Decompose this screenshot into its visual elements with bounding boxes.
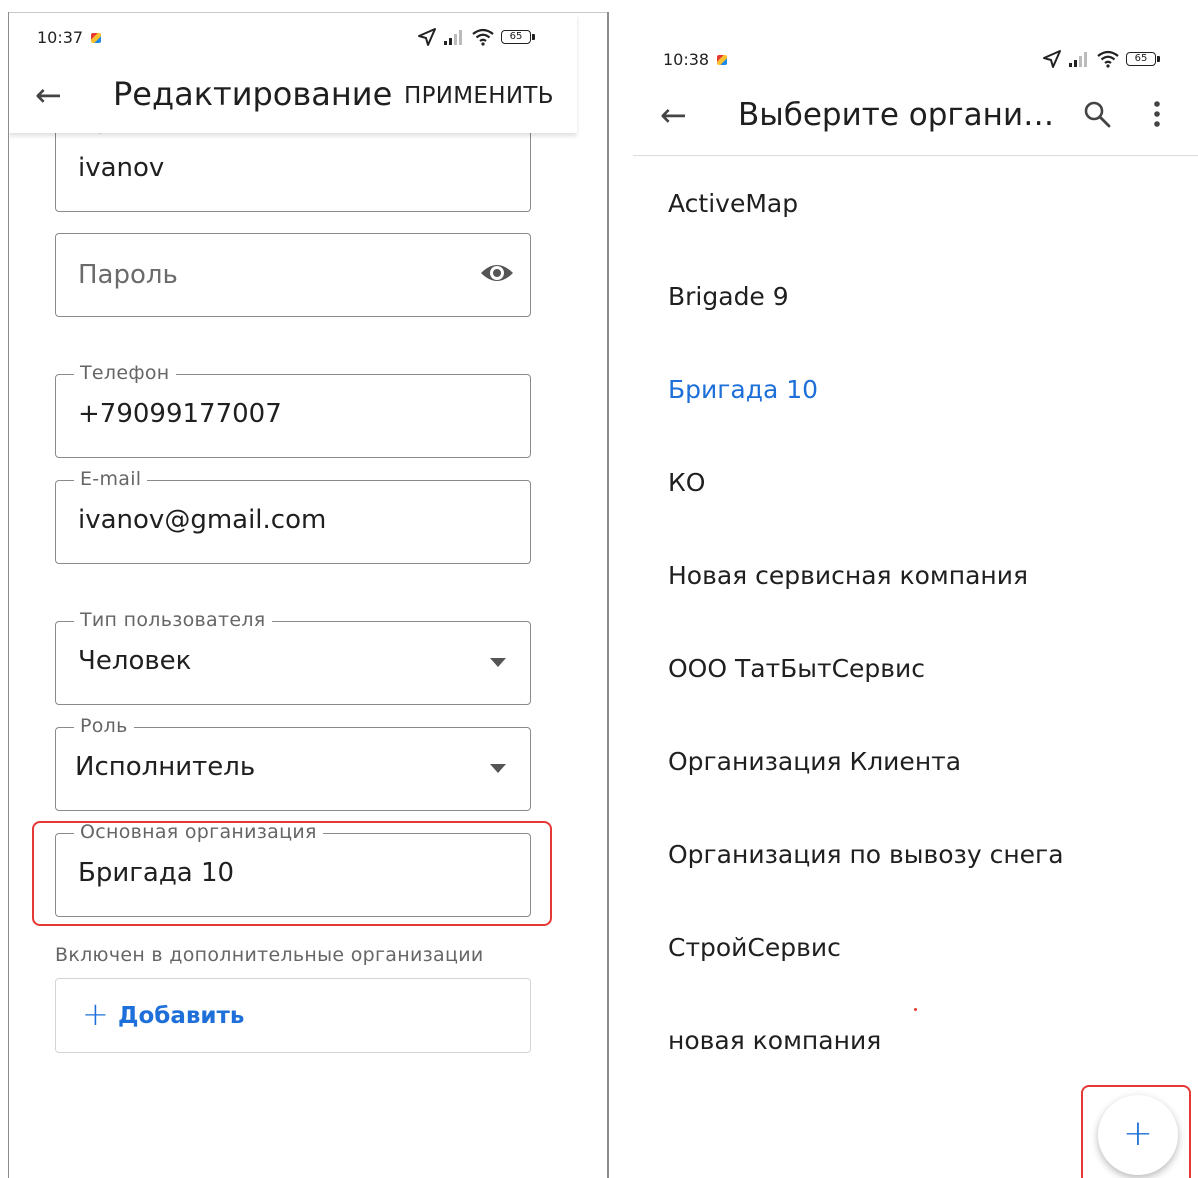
apply-button[interactable]: ПРИМЕНИТЬ — [404, 83, 554, 109]
phone-value: +79099177007 — [78, 399, 282, 429]
login-value: ivanov — [78, 153, 165, 183]
status-bar: 10:38 — [663, 50, 728, 69]
status-time: 10:38 — [663, 50, 710, 69]
organization-list-item[interactable]: Новая сервисная компания — [668, 561, 1028, 590]
dropdown-arrow-icon — [490, 764, 506, 773]
highlight-frame-fab — [1081, 1085, 1191, 1178]
add-organization-label: Добавить — [118, 1003, 245, 1029]
more-vert-icon[interactable] — [1152, 100, 1162, 128]
password-placeholder: Пароль — [78, 260, 178, 290]
dropdown-arrow-icon — [490, 658, 506, 667]
phone-label: Телефон — [74, 362, 176, 384]
additional-organizations-caption: Включен в дополнительные организации — [55, 944, 484, 966]
password-field[interactable]: Пароль — [55, 233, 531, 317]
organization-list-item[interactable]: СтройСервис — [668, 933, 841, 962]
eye-icon[interactable] — [480, 260, 514, 286]
battery-icon: 65 — [501, 30, 535, 44]
user-type-select[interactable]: Тип пользователя Человек — [55, 609, 531, 705]
organization-list-item[interactable]: Бригада 10 — [668, 375, 818, 404]
edit-user-screen: Логин ivanov 10:37 65 ← Редактирование П… — [9, 13, 607, 1178]
location-icon — [1043, 50, 1061, 68]
organization-list-item[interactable]: Организация Клиента — [668, 747, 961, 776]
organization-list-item[interactable]: КО — [668, 468, 705, 497]
signal-icon — [1069, 52, 1087, 67]
system-icons: 65 — [1042, 49, 1160, 69]
top-app-bar: 10:38 65 ← Выберите органи… — [633, 13, 1198, 156]
wifi-icon — [472, 28, 494, 46]
login-field[interactable]: Логин ivanov — [55, 116, 531, 212]
page-title: Редактирование — [113, 75, 393, 113]
organization-list-item[interactable]: ООО ТатБытСервис — [668, 654, 925, 683]
role-value: Исполнитель — [75, 752, 256, 782]
search-icon[interactable] — [1083, 100, 1111, 128]
select-organization-screen: 10:38 65 ← Выберите органи… ActiveMap Bri… — [609, 13, 1198, 1178]
status-bar: 10:37 — [37, 28, 102, 47]
organization-list-item[interactable]: новая компания — [668, 1026, 881, 1055]
email-value: ivanov@gmail.com — [78, 505, 327, 535]
top-app-bar: 10:37 65 ← Редактирование ПРИМЕНИТЬ — [9, 13, 577, 133]
phone-field[interactable]: Телефон +79099177007 — [55, 362, 531, 458]
highlight-frame-main-organization — [32, 821, 552, 926]
role-select[interactable]: Роль Исполнитель — [55, 715, 531, 811]
location-icon — [418, 28, 436, 46]
wifi-icon — [1097, 50, 1119, 68]
organization-list-item[interactable]: Организация по вывозу снега — [668, 840, 1064, 869]
add-organization-button[interactable]: + Добавить — [55, 978, 531, 1053]
arrow-left-icon[interactable]: ← — [660, 99, 687, 131]
status-time: 10:37 — [37, 28, 84, 47]
system-icons: 65 — [417, 27, 535, 47]
notification-icon — [717, 54, 728, 65]
battery-icon: 65 — [1126, 52, 1160, 66]
user-type-value: Человек — [78, 646, 192, 676]
user-type-label: Тип пользователя — [74, 609, 272, 631]
role-label: Роль — [74, 715, 134, 737]
signal-icon — [444, 30, 462, 45]
plus-icon: + — [82, 995, 109, 1033]
notification-icon — [91, 32, 102, 43]
organization-list-item[interactable]: ActiveMap — [668, 189, 798, 218]
stray-mark — [914, 1008, 917, 1011]
organization-list-item[interactable]: Brigade 9 — [668, 282, 789, 311]
page-title: Выберите органи… — [738, 97, 1055, 133]
email-label: E-mail — [74, 468, 148, 490]
email-field[interactable]: E-mail ivanov@gmail.com — [55, 468, 531, 564]
arrow-left-icon[interactable]: ← — [35, 79, 62, 111]
